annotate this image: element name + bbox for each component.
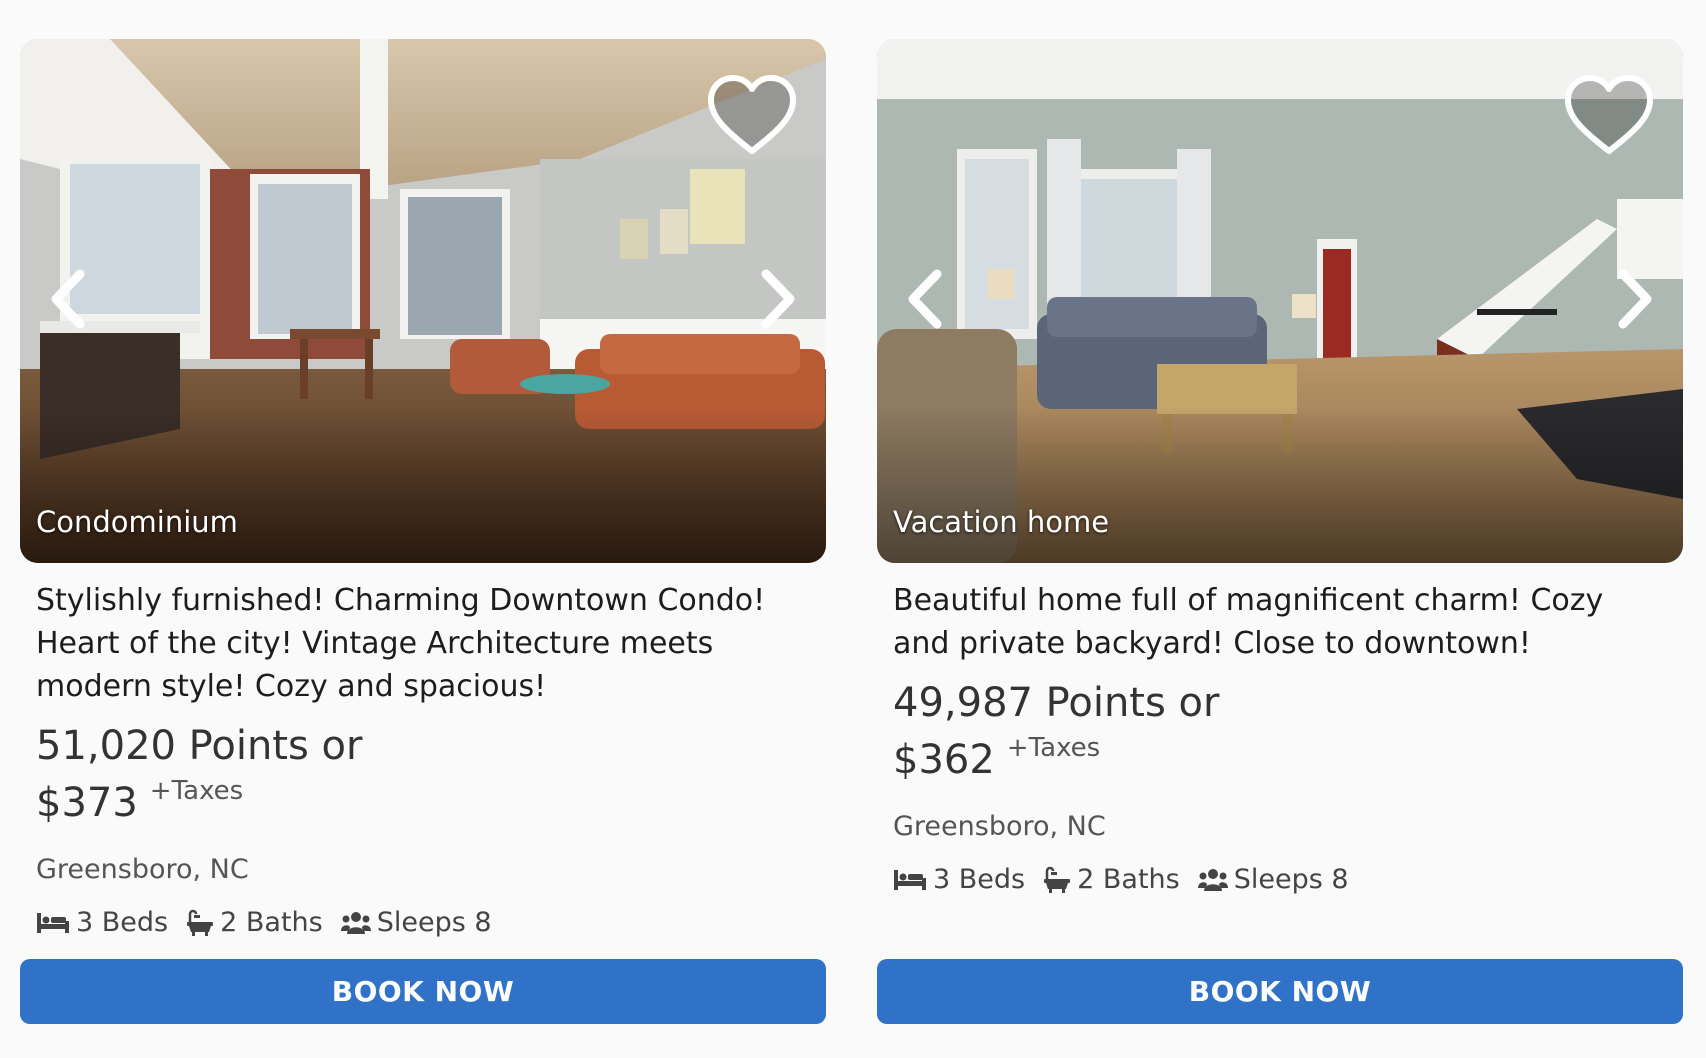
price-row: $373 +Taxes [36, 774, 810, 832]
people-icon [1197, 868, 1228, 891]
beds-amenity: 3 Beds [893, 864, 1025, 895]
baths-amenity: 2 Baths [186, 907, 323, 938]
book-now-button[interactable]: BOOK NOW [20, 959, 826, 1024]
chevron-right-icon[interactable] [752, 264, 802, 334]
listing-title[interactable]: Beautiful home full of magnificent charm… [893, 579, 1667, 665]
bath-icon [187, 909, 214, 936]
listing-title[interactable]: Stylishly furnished! Charming Downtown C… [36, 579, 810, 708]
sleeps-label: Sleeps 8 [376, 907, 492, 938]
amenities: 3 Beds 2 Baths Sleeps 8 [36, 907, 810, 938]
chevron-right-icon[interactable] [1609, 264, 1659, 334]
property-type-label: Condominium [36, 505, 238, 539]
sleeps-amenity: Sleeps 8 [1197, 864, 1349, 895]
bath-icon [1044, 866, 1071, 893]
listing-card-2[interactable]: Vacation home Beautiful home full of mag… [877, 39, 1683, 895]
listing-card-1[interactable]: Condominium Stylishly furnished! Charmin… [20, 39, 826, 938]
bed-icon [894, 869, 926, 890]
bed-icon [37, 912, 69, 933]
cash-price: $373 [36, 780, 138, 826]
cash-price: $362 [893, 737, 995, 783]
people-icon [340, 911, 371, 934]
property-type-label: Vacation home [893, 505, 1110, 539]
beds-amenity: 3 Beds [36, 907, 168, 938]
baths-amenity: 2 Baths [1043, 864, 1180, 895]
chevron-left-icon[interactable] [901, 264, 951, 334]
sleeps-amenity: Sleeps 8 [340, 907, 492, 938]
heart-icon[interactable] [706, 73, 798, 157]
chevron-left-icon[interactable] [44, 264, 94, 334]
book-now-button[interactable]: BOOK NOW [877, 959, 1683, 1024]
beds-label: 3 Beds [76, 907, 169, 938]
listing-photo[interactable]: Vacation home [877, 39, 1683, 563]
amenities: 3 Beds 2 Baths Sleeps 8 [893, 864, 1667, 895]
baths-label: 2 Baths [1077, 864, 1180, 895]
baths-label: 2 Baths [220, 907, 323, 938]
location: Greensboro, NC [893, 811, 1106, 842]
heart-icon[interactable] [1563, 73, 1655, 157]
price-row: $362 +Taxes [893, 731, 1667, 789]
points-price: 51,020 Points or [36, 723, 363, 769]
points-price: 49,987 Points or [893, 680, 1220, 726]
taxes-note: +Taxes [149, 776, 244, 806]
sleeps-label: Sleeps 8 [1233, 864, 1349, 895]
taxes-note: +Taxes [1006, 733, 1101, 763]
beds-label: 3 Beds [933, 864, 1026, 895]
location: Greensboro, NC [36, 854, 249, 885]
listing-photo[interactable]: Condominium [20, 39, 826, 563]
